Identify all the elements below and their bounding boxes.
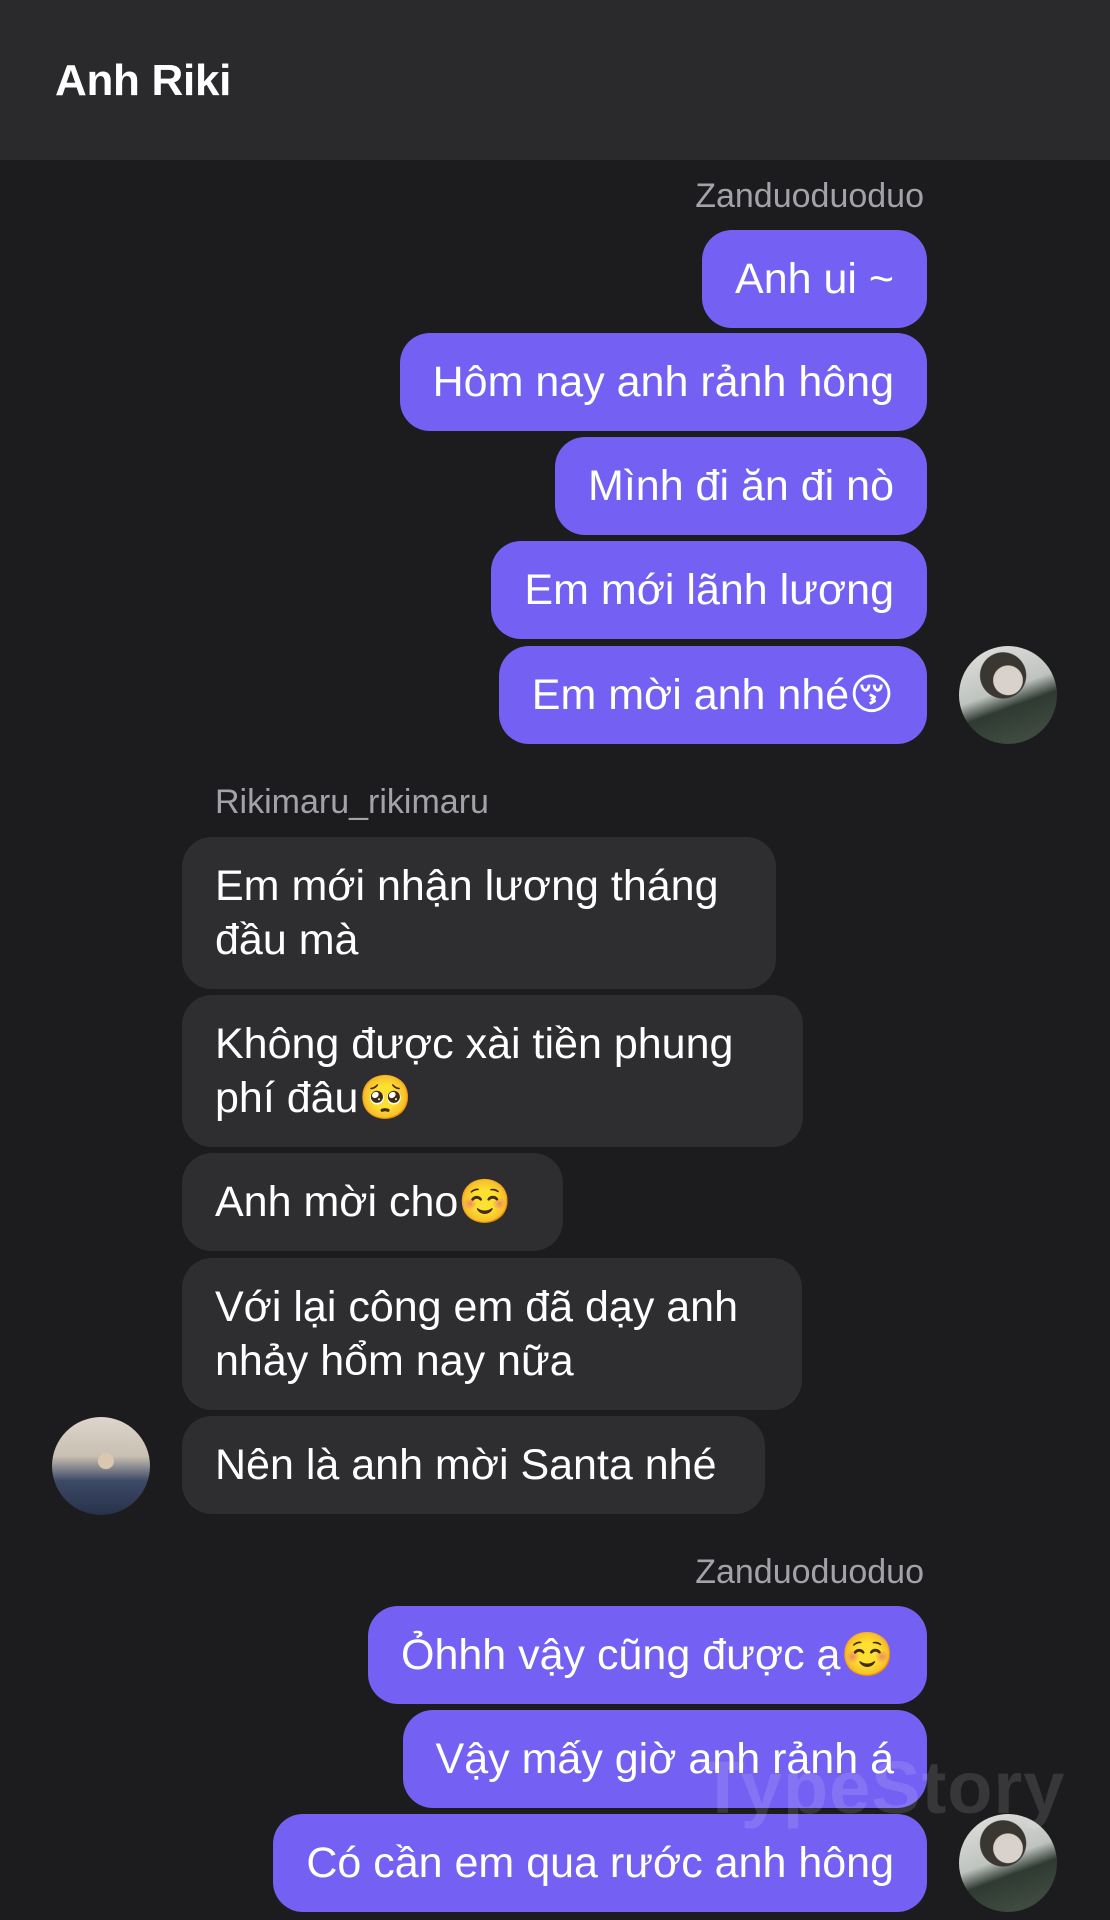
message-bubble-incoming[interactable]: Em mới nhận lương tháng đầu mà <box>182 837 776 989</box>
message-bubble-outgoing[interactable]: Em mới lãnh lương <box>491 541 927 639</box>
sender-name: Zanduoduoduo <box>695 177 924 215</box>
message-bubble-incoming[interactable]: Với lại công em đã dạy anh nhảy hổm nay … <box>182 1258 802 1410</box>
chat-header: Anh Riki <box>0 0 1110 160</box>
message-bubble-outgoing[interactable]: Ỏhhh vậy cũng được ạ☺️ <box>368 1606 927 1704</box>
avatar[interactable] <box>52 1417 150 1515</box>
message-bubble-outgoing[interactable]: Anh ui ~ <box>702 230 927 328</box>
message-bubble-incoming[interactable]: Nên là anh mời Santa nhé <box>182 1416 765 1514</box>
message-bubble-outgoing[interactable]: Em mời anh nhé😚 <box>498 646 927 744</box>
message-bubble-outgoing[interactable]: Mình đi ăn đi nò <box>555 437 927 535</box>
chat-title[interactable]: Anh Riki <box>55 56 231 106</box>
sender-name: Rikimaru_rikimaru <box>215 783 489 821</box>
avatar[interactable] <box>959 646 1057 744</box>
message-bubble-outgoing[interactable]: Hôm nay anh rảnh hông <box>399 333 927 431</box>
message-bubble-incoming[interactable]: Không được xài tiền phung phí đâu🥺 <box>182 995 803 1147</box>
message-bubble-incoming[interactable]: Anh mời cho☺️ <box>182 1153 563 1251</box>
watermark: TypeStory <box>700 1746 1066 1829</box>
sender-name: Zanduoduoduo <box>695 1553 924 1591</box>
